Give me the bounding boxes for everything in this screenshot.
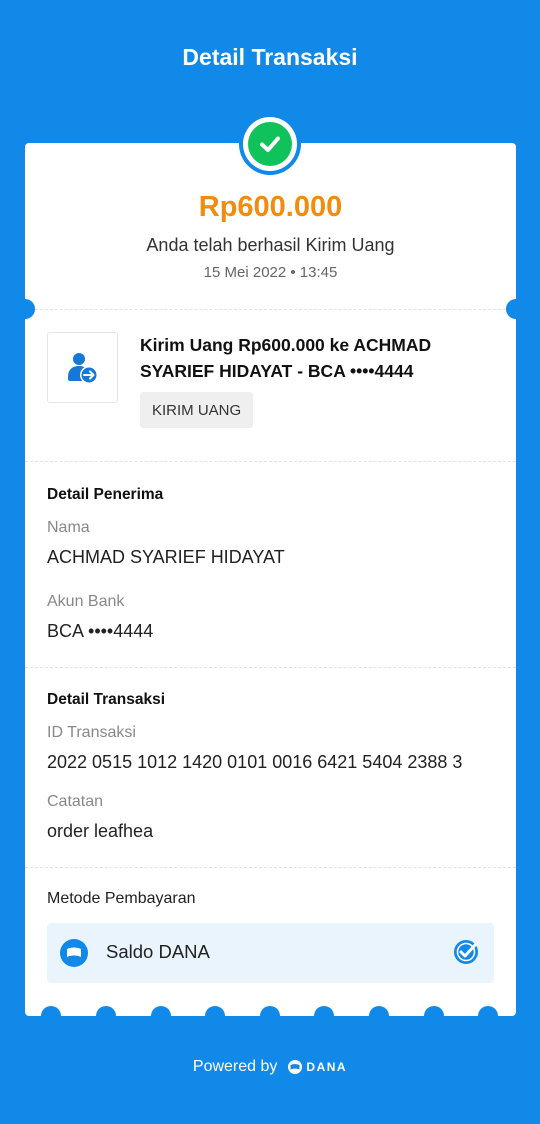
- transaction-section-title: Detail Transaksi: [47, 691, 166, 708]
- status-text: Anda telah berhasil Kirim Uang: [146, 235, 395, 255]
- divider: [25, 867, 516, 868]
- divider: [25, 667, 516, 668]
- payment-method-item[interactable]: Saldo DANA: [47, 923, 494, 983]
- ticket-notch: [424, 1006, 444, 1026]
- ticket-notch: [478, 1006, 498, 1026]
- recipient-name-label: Nama: [47, 519, 90, 536]
- powered-by-footer: Powered by DANA: [0, 1058, 540, 1076]
- recipient-name-value: ACHMAD SYARIEF HIDAYAT: [47, 547, 285, 567]
- ticket-notch: [96, 1006, 116, 1026]
- ticket-notch: [205, 1006, 225, 1026]
- ticket-notch: [41, 1006, 61, 1026]
- page-title: Detail Transaksi: [182, 44, 358, 70]
- bank-account-label: Akun Bank: [47, 593, 125, 610]
- divider: [25, 309, 516, 310]
- bank-account-value: BCA ••••4444: [47, 621, 154, 641]
- ticket-notch: [15, 299, 35, 319]
- category-badge: KIRIM UANG: [140, 392, 254, 428]
- ticket-notch: [314, 1006, 334, 1026]
- transaction-id-value: 2022 0515 1012 1420 0101 0016 6421 5404 …: [47, 752, 463, 772]
- payment-method-label: Metode Pembayaran: [47, 890, 196, 907]
- dana-logo-text: DANA: [306, 1060, 348, 1074]
- success-badge: [239, 113, 301, 175]
- dana-logo: DANA: [287, 1059, 347, 1075]
- note-value: order leafhea: [47, 821, 154, 841]
- transaction-id-label: ID Transaksi: [47, 724, 136, 741]
- dana-wallet-icon: [60, 939, 88, 967]
- transaction-amount: Rp600.000: [198, 191, 343, 223]
- ticket-notch: [260, 1006, 280, 1026]
- transaction-title: Kirim Uang Rp600.000 ke ACHMAD SYARIEF H…: [140, 335, 432, 381]
- selected-check-icon: [452, 938, 480, 966]
- send-money-icon: [47, 332, 118, 403]
- ticket-notch: [506, 299, 526, 319]
- note-label: Catatan: [47, 793, 104, 810]
- powered-by-text: Powered by: [192, 1058, 278, 1075]
- divider: [25, 461, 516, 462]
- ticket-notch: [151, 1006, 171, 1026]
- ticket-notch: [369, 1006, 389, 1026]
- receipt-card: Rp600.000 Anda telah berhasil Kirim Uang…: [25, 143, 516, 1016]
- recipient-section-title: Detail Penerima: [47, 486, 164, 503]
- payment-method-name: Saldo DANA: [106, 941, 210, 962]
- checkmark-icon: [248, 122, 292, 166]
- transaction-datetime: 15 Mei 2022 • 13:45: [203, 264, 338, 281]
